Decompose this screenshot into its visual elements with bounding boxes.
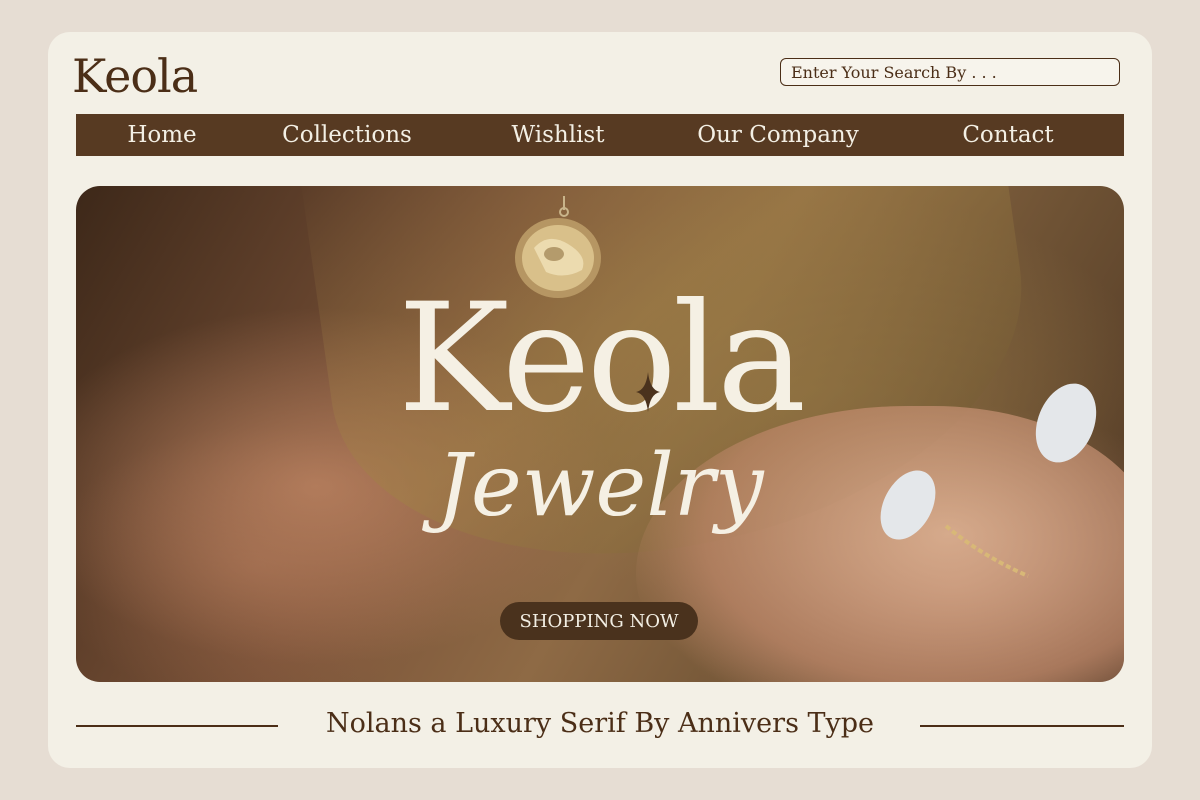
nav-item-home[interactable]: Home — [127, 114, 196, 156]
shopping-now-button[interactable]: SHOPPING NOW — [500, 602, 698, 640]
main-nav: Home Collections Wishlist Our Company Co… — [76, 114, 1124, 156]
nav-item-our-company[interactable]: Our Company — [697, 114, 858, 156]
hero-title: Keola — [397, 272, 807, 446]
nav-item-wishlist[interactable]: Wishlist — [512, 114, 605, 156]
nav-item-contact[interactable]: Contact — [962, 114, 1053, 156]
search-input[interactable] — [780, 58, 1120, 86]
footer-divider-right — [920, 725, 1124, 727]
sparkle-icon — [636, 372, 660, 412]
nav-item-collections[interactable]: Collections — [282, 114, 412, 156]
page-card: Keola Home Collections Wishlist Our Comp… — [48, 32, 1152, 768]
site-logo[interactable]: Keola — [72, 48, 198, 104]
footer-tagline: Nolans a Luxury Serif By Annivers Type — [325, 708, 875, 739]
hero-banner: Keola Jewelry SHOPPING NOW — [76, 186, 1124, 682]
hero-subtitle: Jewelry — [436, 436, 764, 536]
